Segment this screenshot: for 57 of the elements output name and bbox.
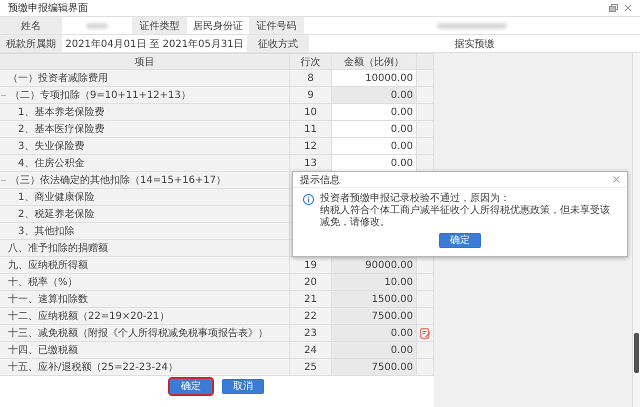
confirm-button[interactable]: 确定	[170, 379, 212, 394]
field-label: 证件号码	[249, 17, 304, 34]
field-label: 征收方式	[247, 35, 309, 52]
redacted-text	[437, 22, 507, 28]
field-value: 居民身份证	[192, 20, 244, 34]
scrollbar[interactable]	[632, 53, 640, 407]
row-label: 3、其他扣除	[18, 224, 74, 238]
dialog-message: 纳税人符合个体工商户减半征收个人所得税优惠政策，但未享受该减免，请修改。	[320, 205, 611, 229]
row-label: 九、应纳税所得额	[8, 258, 88, 272]
window-title: 预缴申报编辑界面	[8, 2, 88, 15]
info-icon	[303, 194, 314, 205]
column-header: 项目	[0, 54, 290, 69]
row-label: （一）投资者减除费用	[8, 72, 108, 85]
amount-input[interactable]: 0.00	[332, 121, 417, 137]
row-label: 3、失业保险费	[18, 140, 84, 153]
close-icon[interactable]	[624, 4, 632, 12]
row-label: （三）依法确定的其他扣除（14=15+16+17）	[10, 174, 226, 187]
row-label: 十四、已缴税额	[8, 344, 78, 357]
table-cell: 7500.00	[332, 308, 417, 324]
field-label: 税款所属期	[0, 35, 62, 52]
row-label: 4、住房公积金	[18, 156, 84, 170]
table-cell: 0.00	[332, 87, 417, 103]
row-label: 1、商业健康保险	[18, 190, 94, 204]
row-label: 八、准予扣除的捐赠额	[8, 242, 108, 255]
column-header: 行次	[290, 54, 332, 69]
table-cell: 10.00	[332, 274, 417, 290]
row-label: 十、税率（%）	[8, 276, 78, 289]
table-cell: 90000.00	[332, 257, 417, 273]
cancel-button[interactable]: 取消	[222, 379, 264, 394]
amount-input[interactable]: 0.00	[332, 104, 417, 120]
table-cell: 0.00	[332, 325, 417, 341]
field-value: 据实预缴	[454, 38, 496, 52]
field-value: 2021年04月01日 至 2021年05月31日	[64, 38, 245, 52]
row-label: （二）专项扣除（9=10+11+12+13）	[10, 88, 191, 102]
column-header: 金额（比例）	[332, 54, 417, 69]
row-label: 1、基本养老保险费	[18, 106, 104, 119]
amount-input[interactable]: 0.00	[332, 138, 417, 154]
row-label: 十三、减免税额（附报《个人所得税减免税事项报告表》）	[8, 326, 268, 340]
table-cell: 1500.00	[332, 291, 417, 307]
row-label: 2、基本医疗保险费	[18, 122, 104, 136]
dialog-message: 投资者预缴申报记录校验不通过，原因为：	[320, 193, 511, 204]
ok-button[interactable]: 确定	[439, 233, 481, 248]
field-label: 证件类型	[132, 17, 187, 34]
table-cell: 0.00	[332, 342, 417, 358]
field-label: 姓名	[0, 17, 62, 34]
amount-input[interactable]: 0.00	[332, 155, 417, 171]
row-label: 2、税延养老保险	[18, 208, 94, 221]
table-cell: 7500.00	[332, 359, 417, 375]
restore-icon[interactable]	[609, 4, 618, 12]
amount-input[interactable]: 10000.00	[332, 70, 417, 86]
dialog-title: 提示信息	[300, 174, 340, 186]
row-label: 十五、应补/退税额（25=22-23-24）	[8, 360, 178, 374]
close-icon[interactable]	[613, 176, 620, 183]
row-label: 十二、应纳税额（22=19×20-21）	[8, 310, 170, 323]
row-label: 十一、速算扣除数	[8, 292, 88, 306]
edit-icon[interactable]	[420, 328, 430, 338]
redacted-text	[86, 22, 108, 28]
